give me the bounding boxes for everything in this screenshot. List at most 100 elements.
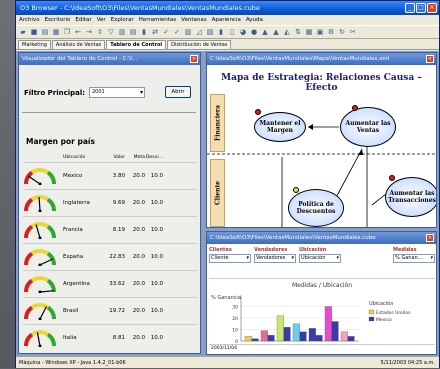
bar [251, 338, 259, 342]
strategy-close-icon[interactable]: × [426, 55, 434, 63]
bar [340, 331, 348, 342]
menu-explorar[interactable]: Explorar [111, 15, 134, 25]
cube-title-bar[interactable]: C:\IdeaSoft\O3\Files\VentasMundiales\Ven… [207, 232, 436, 244]
cell-ubicacion: Argentina [63, 281, 90, 287]
objective-aumentar-ventas[interactable]: Aumentar las Ventas [340, 107, 396, 147]
save-icon[interactable]: ■ [29, 27, 39, 38]
drill-icon[interactable]: ⇳ [95, 27, 105, 38]
cell-meta: 20.0 [132, 335, 145, 341]
cell-desvio: 10.0 [150, 173, 163, 179]
strategy-map-window: C:\IdeaSoft\O3\Files\VentasMundiales\Map… [206, 52, 437, 228]
measure-select[interactable]: % Ganan... [393, 254, 435, 263]
open-button[interactable]: Abrir [165, 86, 191, 98]
y-tick-label: 30 [232, 305, 238, 311]
window-title-bar[interactable]: O3 Browser - C:\IdeaSoft\O3\Files\Ventas… [16, 1, 439, 15]
menu-apariencia[interactable]: Apariencia [212, 15, 241, 25]
table-row[interactable]: España 22.83 20.0 10.0 [23, 243, 197, 270]
back-icon[interactable]: ← [73, 27, 83, 38]
shape-icon[interactable]: ◭ [282, 27, 292, 38]
header-valor[interactable]: Valor [105, 154, 125, 162]
chart-icon[interactable]: ▮ [139, 27, 149, 38]
tools-icon[interactable]: ✂ [348, 27, 358, 38]
table-row[interactable]: Mexico 3.80 20.0 10.0 [23, 162, 197, 189]
dashboard-close-icon[interactable]: × [190, 55, 198, 63]
circle-icon[interactable]: ● [249, 27, 259, 38]
tab-distribucion-ventas[interactable]: Distribución de Ventas [167, 40, 232, 49]
forward-icon[interactable]: → [84, 27, 94, 38]
dimension-select[interactable]: Cliente [209, 254, 251, 263]
header-meta[interactable]: Meta [125, 154, 145, 162]
validate-icon[interactable]: ✓ [172, 27, 182, 38]
column-icon[interactable]: ▮ [216, 27, 226, 38]
filter-icon[interactable]: ▽ [106, 27, 116, 38]
table-icon[interactable]: ▤ [128, 27, 138, 38]
triangle-icon[interactable]: ▲ [260, 27, 270, 38]
check-icon[interactable]: ✓ [161, 27, 171, 38]
menu-herramientas[interactable]: Herramientas [139, 15, 176, 25]
menu-escritorio[interactable]: Escritorio [45, 15, 71, 25]
dashboard-title-bar[interactable]: Visualizador del Tablero de Control - C:… [19, 53, 200, 65]
cell-desvio: 10.0 [150, 200, 163, 206]
window-icon[interactable]: ▣ [315, 27, 325, 38]
menu-editar[interactable]: Editar [75, 15, 91, 25]
lane-cliente: Cliente [210, 159, 225, 227]
close-button[interactable]: × [427, 3, 437, 13]
y-tick-label: 10 [232, 328, 238, 334]
bar [324, 306, 332, 342]
table-row[interactable]: Italia 8.81 20.0 10.0 [23, 324, 197, 351]
area-chart-icon[interactable]: ▧ [205, 27, 215, 38]
dimension-label: Clientes [209, 247, 232, 253]
dimension-select[interactable]: Ubicación [299, 254, 341, 263]
up-icon[interactable]: ▲ [271, 27, 281, 38]
filter-select[interactable]: 2001 [89, 87, 145, 98]
tab-marketing[interactable]: Marketing [18, 40, 51, 49]
cell-ubicacion: Brasil [63, 308, 79, 314]
dimension-medidas: Medidas % Ganan... [393, 246, 435, 276]
pivot-icon[interactable]: ⇄ [150, 27, 160, 38]
open-icon[interactable]: ▰ [18, 27, 28, 38]
header-desvio[interactable]: Desvi... [145, 154, 163, 162]
maximize-button[interactable]: □ [416, 3, 426, 13]
grid2-icon[interactable]: ▦ [304, 27, 314, 38]
menu-ver[interactable]: Ver [97, 15, 106, 25]
workspace-tabs: Marketing Análisis de Ventas Tablero de … [16, 40, 439, 50]
table-row[interactable]: Brasil 19.72 20.0 10.0 [23, 297, 197, 324]
menu-archivo[interactable]: Archivo [19, 15, 40, 25]
cube-footer: 2003/11/04 [209, 344, 435, 352]
tab-tablero-control[interactable]: Tablero de Control [106, 40, 167, 49]
minimize-button[interactable]: _ [405, 3, 415, 13]
sort-icon[interactable]: ⇅ [293, 27, 303, 38]
dimension-select[interactable]: Vendedores [254, 254, 296, 263]
objective-mantener-margen[interactable]: Mantener el Margen [254, 112, 306, 142]
table-row[interactable]: Inglaterra 9.69 20.0 10.0 [23, 189, 197, 216]
objective-aumentar-transacciones[interactable]: Aumentar las Transacciones [385, 177, 436, 217]
bar [347, 336, 355, 342]
legend-swatch [368, 309, 375, 315]
dimension-ubicacion: Ubicación Ubicación [299, 246, 341, 276]
stack-icon[interactable]: ▯ [227, 27, 237, 38]
menu-ventanas[interactable]: Ventanas [181, 15, 206, 25]
cube-close-icon[interactable]: × [426, 234, 434, 242]
cube-window-title: C:\IdeaSoft\O3\Files\VentasMundiales\Ven… [210, 235, 376, 241]
table-row[interactable]: Francia 8.19 20.0 10.0 [23, 216, 197, 243]
print-icon[interactable]: ▤ [40, 27, 50, 38]
pie-chart-icon[interactable]: ◕ [238, 27, 248, 38]
gauge-icon [23, 248, 57, 267]
menu-ayuda[interactable]: Ayuda [246, 15, 263, 25]
tab-analisis-ventas[interactable]: Análisis de Ventas [51, 40, 106, 49]
header-ubicacion[interactable]: Ubicación [63, 154, 105, 162]
bar-chart-icon[interactable]: ▥ [183, 27, 193, 38]
settings-icon[interactable]: ⚙ [326, 27, 336, 38]
cell-meta: 20.0 [132, 254, 145, 260]
line-chart-icon[interactable]: ◿ [194, 27, 204, 38]
grid-icon[interactable]: ▥ [117, 27, 127, 38]
export-icon[interactable]: ▦ [51, 27, 61, 38]
table-row[interactable]: Argentina 33.62 20.0 10.0 [23, 270, 197, 297]
copy-icon[interactable]: ❐ [62, 27, 72, 38]
objective-politica-descuentos[interactable]: Política de Descuentos [288, 189, 344, 227]
dimension-bar: Clientes Cliente Vendedores Vendedores U… [209, 246, 435, 276]
gauge-icon [23, 329, 57, 348]
strategy-title-bar[interactable]: C:\IdeaSoft\O3\Files\VentasMundiales\Map… [207, 53, 436, 65]
cell-valor: 3.80 [112, 173, 125, 179]
refresh-icon[interactable]: ↻ [337, 27, 347, 38]
